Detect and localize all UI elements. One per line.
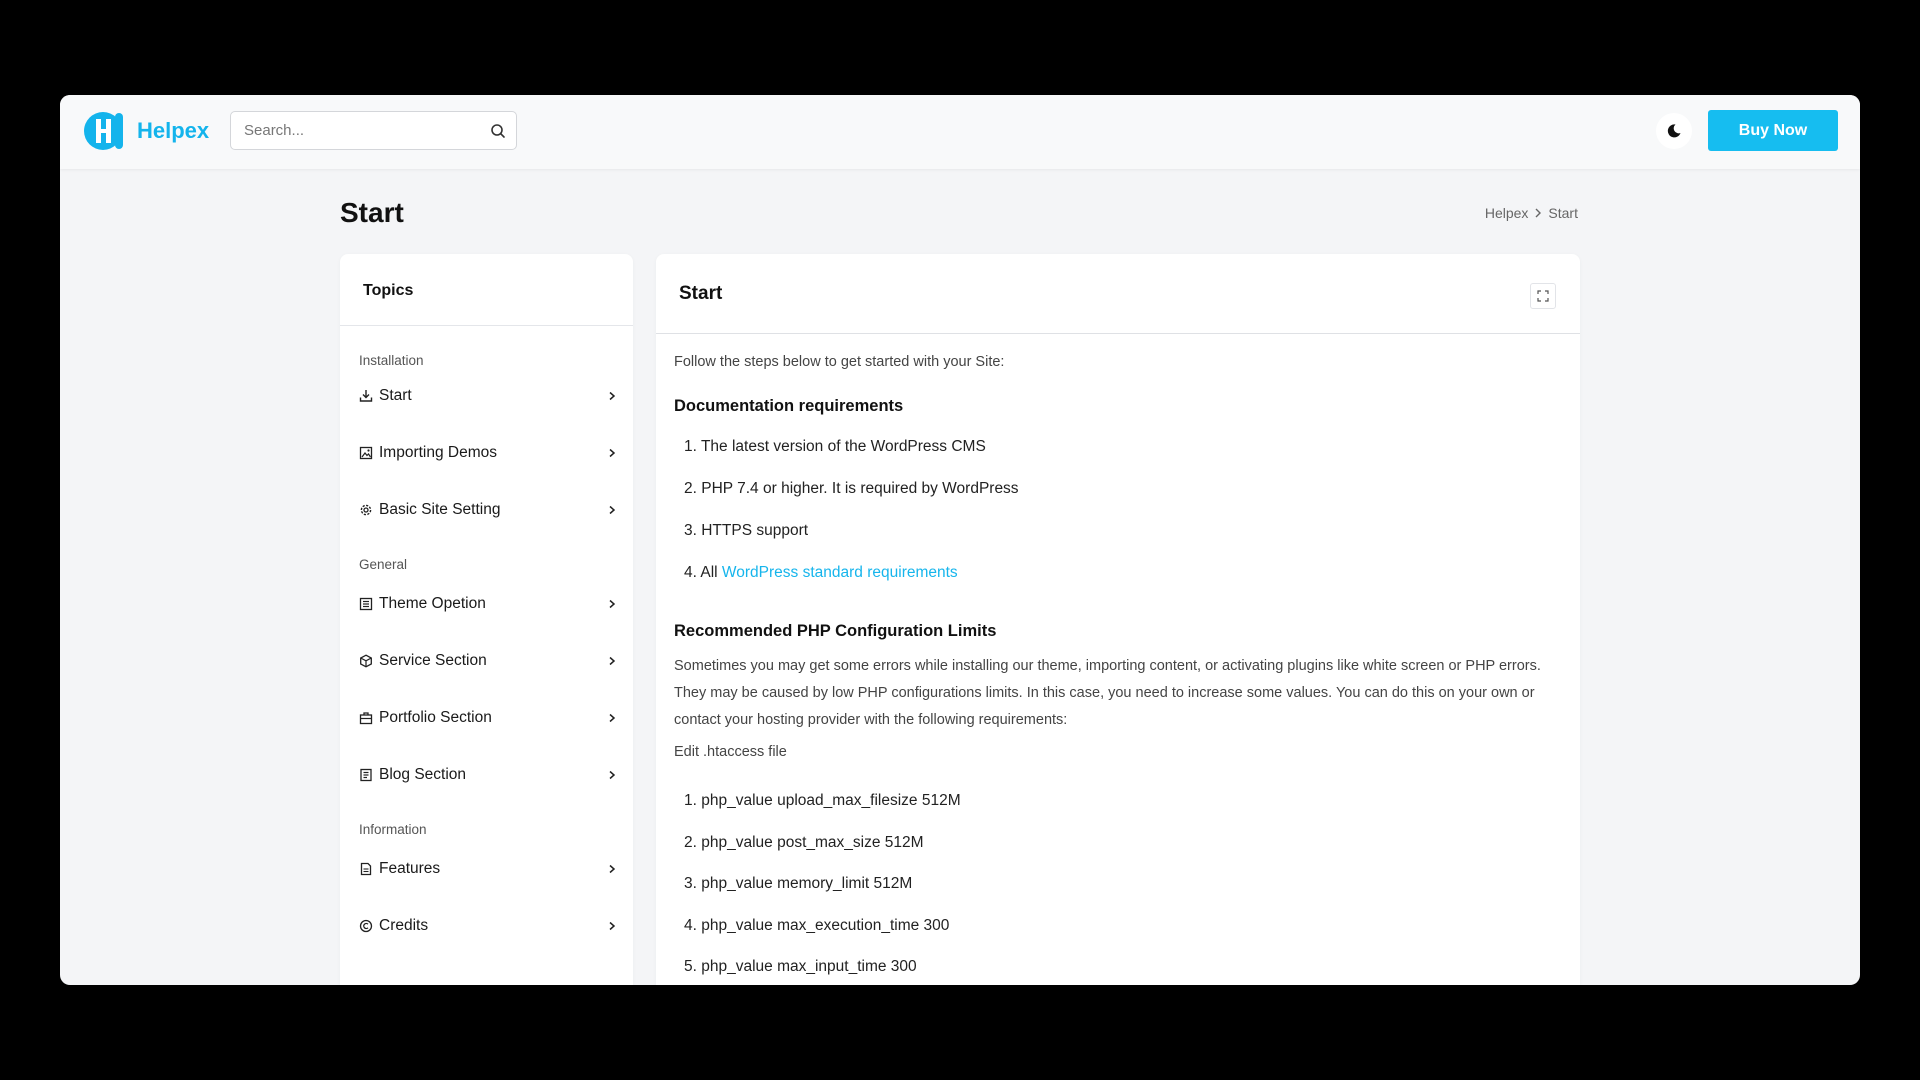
app-window: Helpex Buy Now Start Helpex Start Topics… bbox=[60, 95, 1860, 985]
wordpress-requirements-link[interactable]: WordPress standard requirements bbox=[722, 564, 958, 581]
php-config-text: Sometimes you may get some errors while … bbox=[674, 658, 1541, 728]
sidebar-item-label: Portfolio Section bbox=[379, 709, 492, 726]
sidebar-item-features[interactable]: Features bbox=[359, 854, 617, 884]
search-box bbox=[230, 111, 517, 150]
requirement-item: 3. HTTPS support bbox=[684, 522, 809, 539]
image-icon bbox=[359, 446, 373, 460]
requirement-item: 4. All WordPress standard requirements bbox=[684, 564, 958, 582]
requirement-prefix: 4. All bbox=[684, 564, 722, 581]
group-label-installation: Installation bbox=[359, 353, 424, 368]
brand-name: Helpex bbox=[137, 118, 210, 143]
moon-icon bbox=[1667, 124, 1681, 138]
layout-icon bbox=[359, 597, 373, 611]
theme-toggle-button[interactable] bbox=[1656, 113, 1692, 149]
requirements-heading: Documentation requirements bbox=[674, 397, 904, 415]
file-icon bbox=[360, 862, 372, 876]
download-icon bbox=[359, 390, 373, 402]
chevron-right-icon bbox=[609, 921, 616, 931]
page-title: Start bbox=[340, 197, 404, 228]
box-icon bbox=[360, 654, 372, 668]
logo[interactable]: Helpex bbox=[82, 107, 209, 155]
sidebar-item-basic-site-setting[interactable]: Basic Site Setting bbox=[359, 495, 617, 525]
gear-icon bbox=[360, 504, 372, 516]
briefcase-icon bbox=[359, 712, 373, 725]
fullscreen-button[interactable] bbox=[1530, 283, 1556, 309]
expand-icon bbox=[1537, 290, 1549, 302]
buy-now-button[interactable]: Buy Now bbox=[1708, 110, 1838, 151]
php-config-heading: Recommended PHP Configuration Limits bbox=[674, 622, 997, 640]
content-header: Start bbox=[656, 254, 1580, 334]
chevron-right-icon bbox=[609, 448, 616, 458]
htaccess-text: Edit .htaccess file bbox=[674, 744, 787, 760]
chevron-right-icon bbox=[609, 713, 616, 723]
breadcrumb-current: Start bbox=[1548, 205, 1578, 221]
php-value-item: 1. php_value upload_max_filesize 512M bbox=[684, 792, 961, 809]
chevron-right-icon bbox=[609, 770, 616, 780]
requirement-item: 1. The latest version of the WordPress C… bbox=[684, 438, 986, 455]
content-panel: Start Follow the steps below to get star… bbox=[656, 254, 1580, 985]
search-input[interactable] bbox=[231, 112, 481, 149]
sidebar-item-credits[interactable]: Credits bbox=[359, 911, 617, 941]
chevron-right-icon bbox=[609, 391, 616, 401]
helpex-logo-icon bbox=[84, 112, 123, 150]
breadcrumb-home-link[interactable]: Helpex bbox=[1485, 205, 1529, 221]
sidebar-item-portfolio-section[interactable]: Portfolio Section bbox=[359, 703, 617, 733]
group-label-information: Information bbox=[359, 822, 427, 837]
requirement-item: 2. PHP 7.4 or higher. It is required by … bbox=[684, 480, 1019, 497]
chevron-right-icon bbox=[609, 505, 616, 515]
content-title: Start bbox=[679, 283, 723, 304]
sidebar-item-importing-demos[interactable]: Importing Demos bbox=[359, 438, 617, 468]
sidebar-item-service-section[interactable]: Service Section bbox=[359, 646, 617, 676]
php-value-item: 3. php_value memory_limit 512M bbox=[684, 875, 913, 892]
group-label-general: General bbox=[359, 557, 408, 572]
sidebar-item-label: Basic Site Setting bbox=[379, 501, 501, 518]
breadcrumb: Helpex Start bbox=[1485, 205, 1578, 221]
sidebar-title: Topics bbox=[340, 254, 633, 326]
topics-sidebar: Topics Installation Start Importing Demo… bbox=[340, 254, 633, 985]
php-value-item: 5. php_value max_input_time 300 bbox=[684, 958, 917, 975]
sidebar-item-label: Importing Demos bbox=[379, 444, 498, 461]
intro-text: Follow the steps below to get started wi… bbox=[674, 354, 1005, 370]
copyright-icon bbox=[359, 919, 373, 933]
sidebar-item-label: Start bbox=[379, 387, 412, 404]
sidebar-item-label: Blog Section bbox=[379, 766, 467, 783]
sidebar-item-label: Service Section bbox=[379, 652, 487, 669]
top-bar: Helpex Buy Now bbox=[60, 95, 1860, 169]
chevron-right-icon bbox=[609, 864, 616, 874]
chevron-right-icon bbox=[1535, 208, 1542, 218]
sidebar-item-theme-opetion[interactable]: Theme Opetion bbox=[359, 589, 617, 619]
document-icon bbox=[360, 768, 372, 782]
chevron-right-icon bbox=[609, 656, 616, 666]
sidebar-item-label: Theme Opetion bbox=[379, 595, 486, 612]
php-value-item: 4. php_value max_execution_time 300 bbox=[684, 917, 950, 934]
sidebar-item-blog-section[interactable]: Blog Section bbox=[359, 760, 617, 790]
sidebar-item-label: Features bbox=[379, 860, 441, 877]
search-icon[interactable] bbox=[490, 123, 506, 139]
php-value-item: 2. php_value post_max_size 512M bbox=[684, 834, 924, 851]
chevron-right-icon bbox=[609, 599, 616, 609]
sidebar-item-start[interactable]: Start bbox=[359, 381, 617, 411]
sidebar-item-label: Credits bbox=[379, 917, 429, 934]
